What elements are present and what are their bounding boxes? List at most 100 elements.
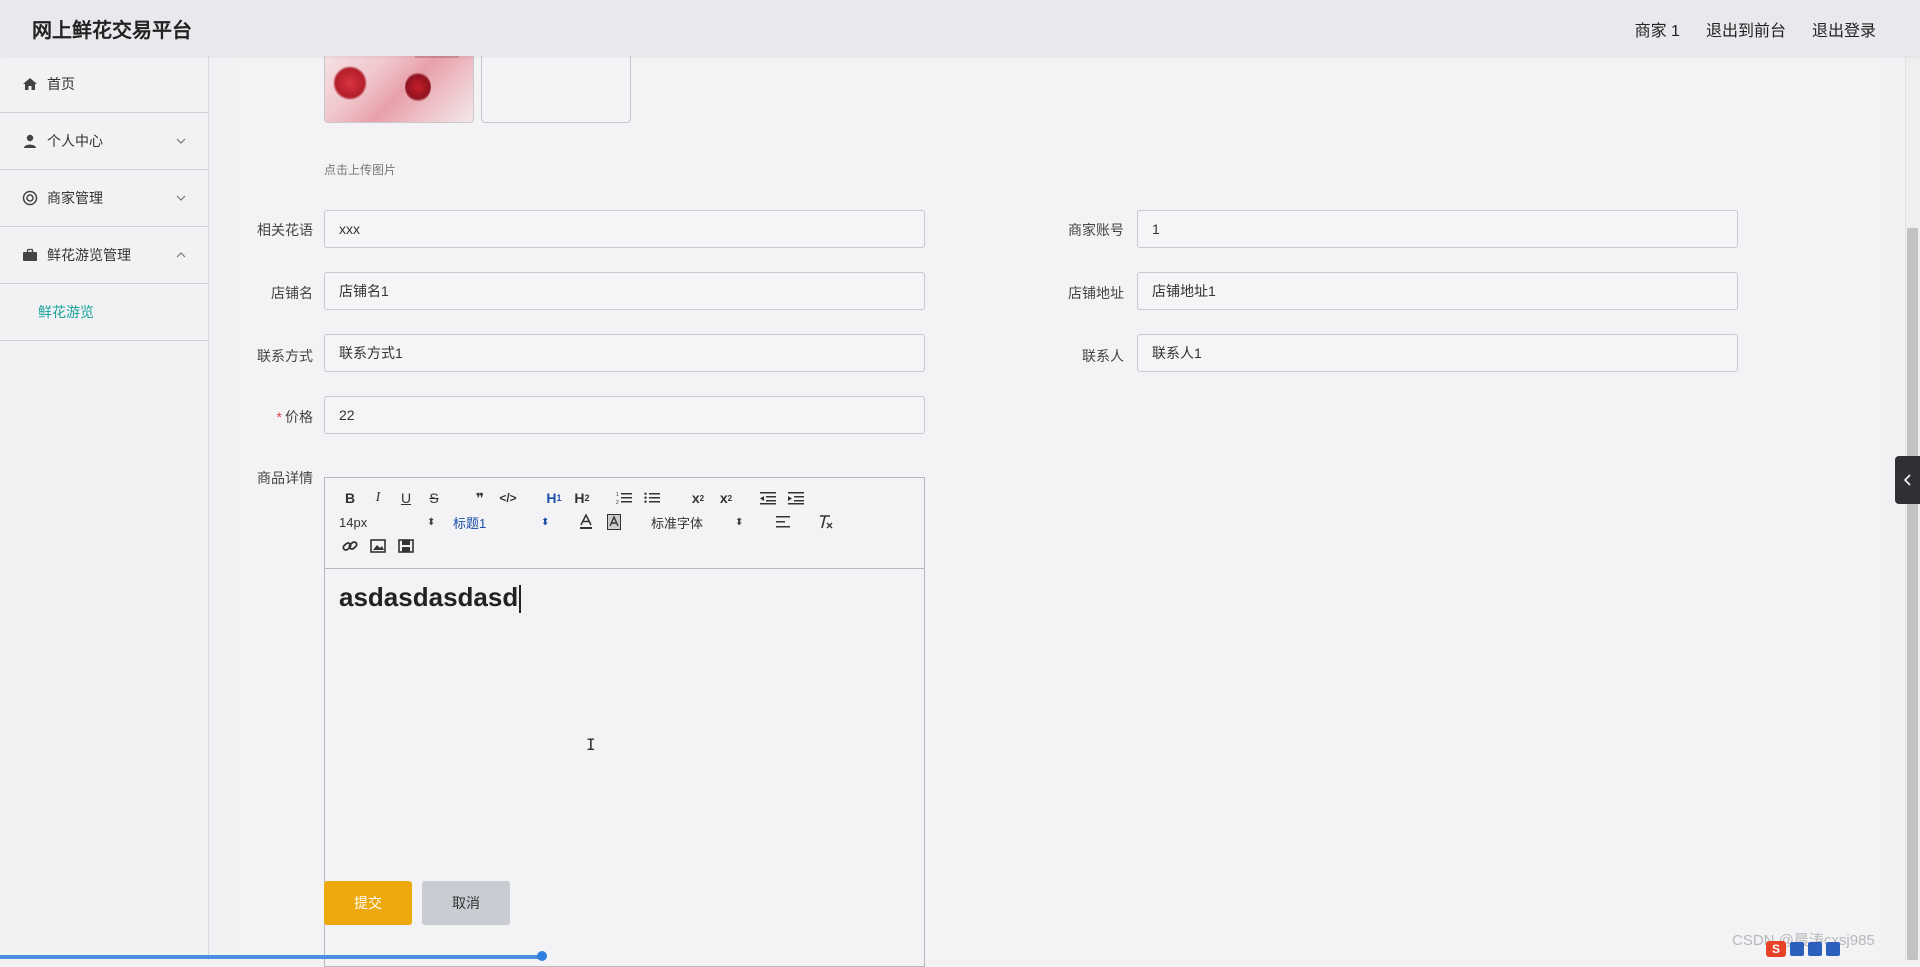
ordered-list-button[interactable]: 12 <box>613 488 635 508</box>
price-input[interactable]: 22 <box>324 396 925 434</box>
sidebar-item-flower-browse-management[interactable]: 鲜花游览管理 <box>0 227 208 284</box>
merchant-account-input[interactable]: 1 <box>1137 210 1738 248</box>
chevron-left-icon <box>1903 474 1911 486</box>
sidebar-item-label: 个人中心 <box>47 133 103 149</box>
image-icon <box>370 539 386 553</box>
blockquote-button[interactable]: ❞ <box>469 488 491 508</box>
video-progress-bar[interactable] <box>0 955 546 959</box>
chevron-down-icon <box>176 195 186 201</box>
price-label: * 价格 <box>213 407 313 427</box>
tray-icon[interactable] <box>1808 942 1822 956</box>
flower-language-label: 相关花语 <box>257 222 313 238</box>
sidebar-item-label: 商家管理 <box>47 190 103 206</box>
font-family-value: 标准字体 <box>651 515 704 531</box>
clear-format-icon <box>820 515 833 529</box>
heading-1-button[interactable]: H1 <box>543 488 565 508</box>
scrollbar-thumb[interactable] <box>1907 228 1918 960</box>
outdent-button[interactable] <box>757 488 779 508</box>
font-color-icon <box>580 514 592 529</box>
indent-button[interactable] <box>785 488 807 508</box>
background-color-button[interactable] <box>603 512 625 532</box>
background-color-icon <box>607 514 621 530</box>
sidebar-subitem-label[interactable]: 鲜花游览 <box>38 302 94 322</box>
user-icon <box>24 134 36 148</box>
align-left-icon <box>776 516 790 528</box>
rich-text-editor: B I U S ❞ </> H1 H2 12 x2 x2 14px ⬍ 标题1 … <box>324 477 925 967</box>
bullet-list-icon <box>644 492 660 503</box>
italic-button[interactable]: I <box>367 488 389 508</box>
video-icon <box>398 539 414 553</box>
sidebar-item-merchant-management[interactable]: 商家管理 <box>0 170 208 227</box>
side-panel-toggle[interactable] <box>1895 456 1920 504</box>
sidebar-item-personal-center[interactable]: 个人中心 <box>0 113 208 170</box>
font-size-select[interactable]: 14px ⬍ <box>339 515 453 530</box>
toolbar-row-3 <box>339 536 423 556</box>
editor-text: asdasdasdasd <box>339 582 519 612</box>
details-label: 商品详情 <box>257 470 313 486</box>
contact-person-input[interactable]: 联系人1 <box>1137 334 1738 372</box>
sidebar-item-home[interactable]: 首页 <box>0 56 208 113</box>
editor-content[interactable]: asdasdasdasd <box>339 582 522 614</box>
select-arrows-icon: ⬍ <box>427 516 436 528</box>
ordered-list-icon: 12 <box>616 492 632 505</box>
subscript-button[interactable]: x2 <box>687 488 709 508</box>
underline-button[interactable]: U <box>395 488 417 508</box>
outdent-icon <box>760 492 776 505</box>
align-button[interactable] <box>773 512 795 532</box>
indent-icon <box>788 492 804 505</box>
logout-link[interactable]: 退出登录 <box>1812 17 1876 41</box>
bullet-list-button[interactable] <box>641 488 663 508</box>
font-family-select[interactable]: 标准字体 ⬍ <box>651 513 755 532</box>
link-icon <box>342 541 358 551</box>
heading-select[interactable]: 标题1 ⬍ <box>453 513 567 532</box>
contact-method-input[interactable]: 联系方式1 <box>324 334 925 372</box>
select-arrows-icon: ⬍ <box>735 516 744 528</box>
editor-toolbar: B I U S ❞ </> H1 H2 12 x2 x2 14px ⬍ 标题1 … <box>325 478 924 569</box>
sidebar-item-label: 鲜花游览管理 <box>47 247 131 263</box>
clear-format-button[interactable] <box>815 512 837 532</box>
briefcase-icon <box>23 248 37 261</box>
tray-icon[interactable] <box>1790 942 1804 956</box>
svg-text:2: 2 <box>616 500 619 505</box>
chevron-down-icon <box>176 138 186 144</box>
strikethrough-button[interactable]: S <box>423 488 445 508</box>
toolbar-row-1: B I U S ❞ </> H1 H2 12 x2 x2 <box>339 488 813 508</box>
flower-language-input[interactable]: xxx <box>324 210 925 248</box>
sidebar-item-label: 首页 <box>47 76 75 92</box>
font-color-button[interactable] <box>575 512 597 532</box>
exit-to-front-link[interactable]: 退出到前台 <box>1706 17 1786 41</box>
shop-name-label: 店铺名 <box>271 285 313 301</box>
merchant-account-label: 商家账号 <box>1068 222 1124 238</box>
superscript-button[interactable]: x2 <box>715 488 737 508</box>
video-button[interactable] <box>395 536 417 556</box>
link-button[interactable] <box>339 536 361 556</box>
lifebuoy-icon <box>22 190 38 206</box>
sidebar-subitem-flower-browse: 鲜花游览 <box>0 284 208 341</box>
input-method-icon[interactable]: S <box>1766 941 1786 957</box>
cancel-button[interactable]: 取消 <box>422 881 510 925</box>
chevron-up-icon <box>176 252 186 258</box>
bold-button[interactable]: B <box>339 488 361 508</box>
top-header: 网上鲜花交易平台 商家 1 退出到前台 退出登录 <box>0 0 1920 56</box>
text-caret <box>519 585 522 614</box>
shop-address-input[interactable]: 店铺地址1 <box>1137 272 1738 310</box>
current-user[interactable]: 商家 1 <box>1635 17 1680 41</box>
select-arrows-icon: ⬍ <box>541 516 550 528</box>
price-label-text: 价格 <box>285 409 313 425</box>
system-tray: S <box>1766 941 1840 957</box>
code-block-button[interactable]: </> <box>497 488 519 508</box>
svg-text:1: 1 <box>616 492 619 498</box>
keyboard-icon[interactable] <box>1826 942 1840 956</box>
heading-value: 标题1 <box>453 515 487 531</box>
upload-hint: 点击上传图片 <box>324 163 397 177</box>
home-icon <box>23 78 37 90</box>
toolbar-row-2: 14px ⬍ 标题1 ⬍ 标准字体 ⬍ <box>339 512 843 532</box>
shop-name-input[interactable]: 店铺名1 <box>324 272 925 310</box>
heading-2-button[interactable]: H2 <box>571 488 593 508</box>
text-cursor-icon: I <box>586 735 596 754</box>
submit-button[interactable]: 提交 <box>324 881 412 925</box>
font-size-value: 14px <box>339 514 368 530</box>
image-button[interactable] <box>367 536 389 556</box>
required-mark: * <box>276 409 282 425</box>
sidebar: 首页 个人中心 商家管理 鲜花游览管理 鲜花游览 <box>0 56 209 960</box>
